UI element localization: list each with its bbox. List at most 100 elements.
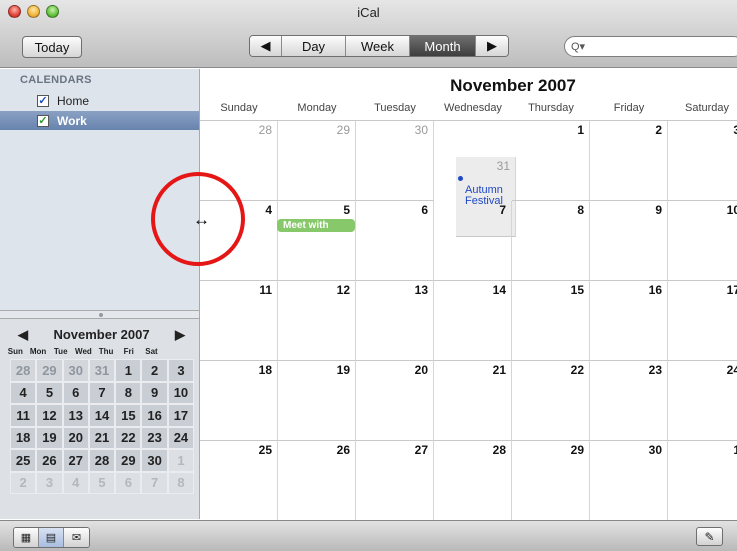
mini-day[interactable]: 19: [36, 426, 63, 449]
mini-day[interactable]: 21: [88, 426, 116, 449]
mini-day[interactable]: 28: [88, 449, 116, 472]
day-cell[interactable]: 14: [434, 281, 512, 361]
day-cell[interactable]: 8: [512, 201, 590, 281]
mini-day[interactable]: 8: [115, 381, 142, 404]
mini-day[interactable]: 3: [36, 471, 63, 494]
day-cell[interactable]: 1: [668, 441, 737, 521]
day-cell[interactable]: 21: [434, 361, 512, 441]
day-number: 14: [492, 283, 506, 297]
mini-day[interactable]: 7: [141, 471, 168, 494]
day-cell[interactable]: 20: [356, 361, 434, 441]
day-cell[interactable]: 10: [668, 201, 737, 281]
day-cell[interactable]: 30: [590, 441, 668, 521]
tab-week[interactable]: Week: [346, 36, 410, 56]
day-cell[interactable]: 2: [590, 121, 668, 201]
mini-day[interactable]: 2: [10, 471, 37, 494]
day-cell[interactable]: 6: [356, 201, 434, 281]
day-cell[interactable]: 22: [512, 361, 590, 441]
day-cell[interactable]: 26: [278, 441, 356, 521]
day-cell[interactable]: 19: [278, 361, 356, 441]
next-period-button[interactable]: ▶: [476, 36, 508, 56]
mini-day[interactable]: 23: [141, 426, 168, 449]
day-number: 3: [733, 123, 737, 137]
mini-day[interactable]: 18: [10, 426, 37, 449]
mini-day[interactable]: 10: [167, 381, 195, 404]
mini-day[interactable]: 5: [36, 381, 63, 404]
work-checkbox[interactable]: ✓: [37, 115, 49, 127]
mini-day[interactable]: 17: [167, 404, 195, 427]
home-checkbox[interactable]: ✓: [37, 95, 49, 107]
day-cell[interactable]: 29: [278, 121, 356, 201]
day-cell[interactable]: 29: [512, 441, 590, 521]
day-cell[interactable]: 13: [356, 281, 434, 361]
mini-prev-month-icon[interactable]: ◀: [18, 327, 28, 343]
mini-day[interactable]: 4: [62, 471, 89, 494]
mail-icon[interactable]: ✉: [64, 528, 89, 547]
sidebar-item-home[interactable]: ✓ Home: [0, 91, 199, 110]
mini-day[interactable]: 31: [88, 359, 116, 382]
mini-day[interactable]: 11: [10, 404, 37, 427]
day-number: 23: [648, 363, 662, 377]
mini-day[interactable]: 22: [115, 426, 142, 449]
mini-day[interactable]: 26: [36, 449, 63, 472]
month-icon[interactable]: ▤: [39, 528, 64, 547]
mini-day[interactable]: 28: [10, 359, 37, 382]
day-cell[interactable]: 30: [356, 121, 434, 201]
mini-day[interactable]: 27: [62, 449, 89, 472]
pin-icon[interactable]: ✎: [696, 527, 723, 546]
tab-month[interactable]: Month: [410, 36, 476, 56]
mini-day[interactable]: 29: [36, 359, 63, 382]
mini-day[interactable]: 8: [167, 471, 195, 494]
mini-day[interactable]: 2: [141, 359, 168, 382]
tab-day[interactable]: Day: [282, 36, 346, 56]
day-cell[interactable]: 18: [200, 361, 278, 441]
mini-day[interactable]: 16: [141, 404, 168, 427]
mini-day[interactable]: 4: [10, 381, 37, 404]
mini-day[interactable]: 29: [115, 449, 142, 472]
day-cell[interactable]: 28: [434, 441, 512, 521]
day-cell[interactable]: 5: [278, 201, 356, 281]
mini-day[interactable]: 1: [115, 359, 142, 382]
day-cell[interactable]: 3: [668, 121, 737, 201]
mini-day[interactable]: 1: [167, 449, 195, 472]
day-cell[interactable]: 7: [434, 201, 512, 281]
today-button[interactable]: Today: [22, 36, 82, 58]
search-field[interactable]: Q▾: [564, 36, 737, 57]
mini-day[interactable]: 7: [88, 381, 116, 404]
mini-day[interactable]: 30: [141, 449, 168, 472]
mini-day[interactable]: 6: [115, 471, 142, 494]
day-cell[interactable]: 23: [590, 361, 668, 441]
calendars-icon[interactable]: ▦: [14, 528, 39, 547]
mini-day[interactable]: 20: [62, 426, 89, 449]
weekday-header: Friday: [613, 102, 645, 114]
day-cell[interactable]: 25: [200, 441, 278, 521]
day-number: 19: [336, 363, 350, 377]
day-cell[interactable]: 11: [200, 281, 278, 361]
mini-next-month-icon[interactable]: ▶: [175, 327, 185, 343]
mini-day[interactable]: 9: [141, 381, 168, 404]
prev-period-button[interactable]: ◀: [250, 36, 282, 56]
mini-calendar-title: November 2007: [53, 327, 150, 342]
mini-day[interactable]: 25: [10, 449, 37, 472]
mini-day[interactable]: 14: [88, 404, 116, 427]
day-cell[interactable]: 16: [590, 281, 668, 361]
mini-day[interactable]: 13: [62, 404, 89, 427]
day-cell[interactable]: 9: [590, 201, 668, 281]
sidebar-item-work[interactable]: ✓ Work: [0, 111, 199, 130]
day-cell[interactable]: 17: [668, 281, 737, 361]
event-meet-with[interactable]: Meet with: [277, 219, 355, 232]
mini-day[interactable]: 5: [88, 471, 116, 494]
day-cell[interactable]: 24: [668, 361, 737, 441]
mini-day[interactable]: 3: [167, 359, 195, 382]
day-cell[interactable]: 12: [278, 281, 356, 361]
mini-day[interactable]: 12: [36, 404, 63, 427]
day-cell[interactable]: 27: [356, 441, 434, 521]
mini-day[interactable]: 15: [115, 404, 142, 427]
mini-day[interactable]: 6: [62, 381, 89, 404]
day-number: 29: [570, 443, 584, 457]
day-cell[interactable]: 15: [512, 281, 590, 361]
day-cell[interactable]: 1: [512, 121, 590, 201]
mini-day[interactable]: 30: [62, 359, 89, 382]
sidebar-splitter[interactable]: [0, 310, 200, 319]
mini-day[interactable]: 24: [167, 426, 195, 449]
